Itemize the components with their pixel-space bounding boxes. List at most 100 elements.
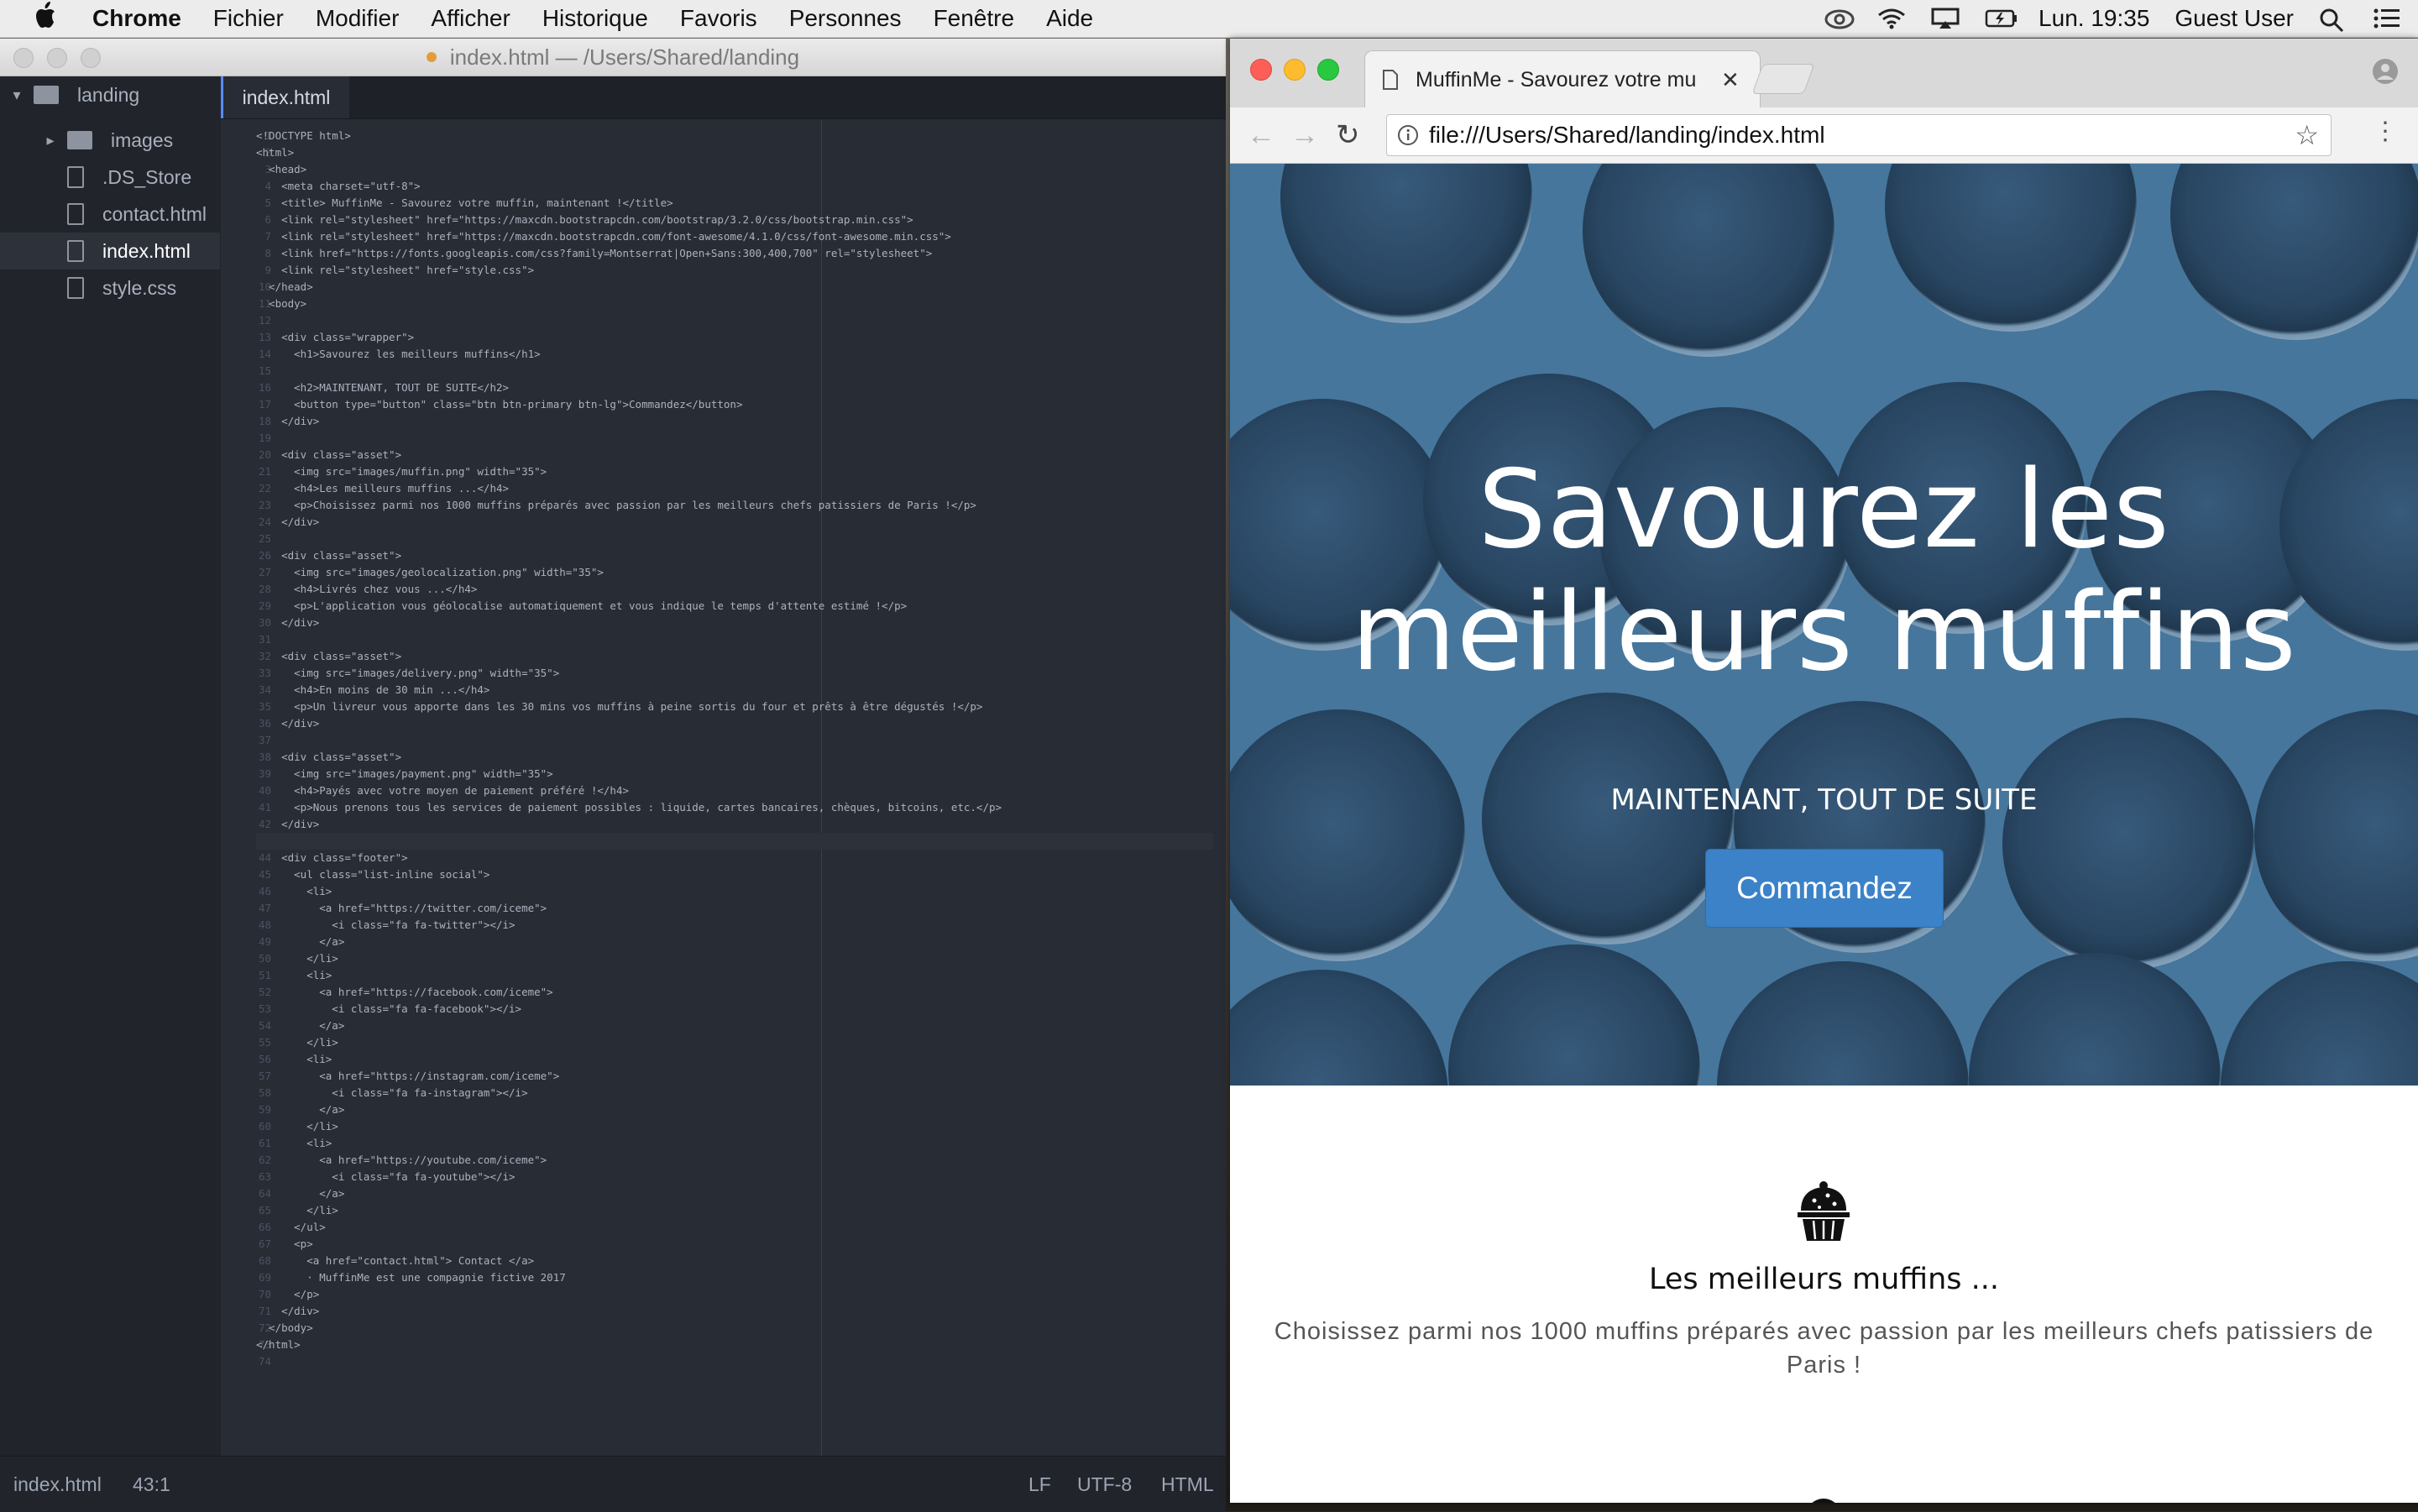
code-line[interactable]: <i class="fa fa-instagram"></i>: [256, 1085, 1213, 1101]
order-button[interactable]: Commandez: [1705, 849, 1944, 928]
tree-root[interactable]: ▾ landing: [0, 76, 220, 113]
zoom-button[interactable]: [1317, 59, 1339, 81]
code-line[interactable]: <p>Choisissez parmi nos 1000 muffins pré…: [256, 497, 1213, 514]
code-line[interactable]: <div class="footer">: [256, 850, 1213, 866]
code-line[interactable]: <li>: [256, 967, 1213, 984]
menu-app-name[interactable]: Chrome: [92, 5, 181, 32]
status-line-ending[interactable]: LF: [1028, 1473, 1051, 1496]
code-line[interactable]: </div>: [256, 715, 1213, 732]
code-line[interactable]: <meta charset="utf-8">: [256, 178, 1213, 195]
code-line[interactable]: <div class="wrapper">: [256, 329, 1213, 346]
code-line[interactable]: </div>: [256, 816, 1213, 833]
code-line[interactable]: <img src="images/payment.png" width="35"…: [256, 766, 1213, 782]
code-line[interactable]: <p>Nous prenons tous les services de pai…: [256, 799, 1213, 816]
code-line[interactable]: <p>: [256, 1236, 1213, 1253]
address-bar[interactable]: file:///Users/Shared/landing/index.html …: [1386, 114, 2332, 156]
current-user[interactable]: Guest User: [2175, 5, 2294, 32]
code-line[interactable]: <button type="button" class="btn btn-pri…: [256, 396, 1213, 413]
menu-aide[interactable]: Aide: [1046, 5, 1093, 32]
code-line[interactable]: </div>: [256, 615, 1213, 631]
code-line[interactable]: [256, 732, 1213, 749]
code-line[interactable]: <!DOCTYPE html>: [256, 128, 1213, 144]
code-line[interactable]: </p>: [256, 1286, 1213, 1303]
star-icon[interactable]: ☆: [2295, 119, 2319, 151]
code-line[interactable]: <a href="https://instagram.com/iceme">: [256, 1068, 1213, 1085]
code-line[interactable]: <h4>Livrés chez vous ...</h4>: [256, 581, 1213, 598]
code-line[interactable]: <link rel="stylesheet" href="https://max…: [256, 212, 1213, 228]
tree-item-images[interactable]: ▸ images: [0, 122, 220, 159]
status-encoding[interactable]: UTF-8: [1077, 1473, 1132, 1496]
code-line[interactable]: <div class="asset">: [256, 648, 1213, 665]
zoom-button[interactable]: [81, 48, 101, 68]
code-line[interactable]: [256, 363, 1213, 379]
apple-icon[interactable]: [0, 1, 92, 36]
code-line[interactable]: </div>: [256, 1303, 1213, 1320]
code-line[interactable]: <i class="fa fa-twitter"></i>: [256, 917, 1213, 934]
code-line[interactable]: <h1>Savourez les meilleurs muffins</h1>: [256, 346, 1213, 363]
code-line[interactable]: [256, 531, 1213, 547]
tree-item-index-html[interactable]: index.html: [0, 233, 220, 269]
code-line[interactable]: </ul>: [256, 1219, 1213, 1236]
code-line[interactable]: <li>: [256, 883, 1213, 900]
code-line[interactable]: </a>: [256, 1101, 1213, 1118]
code-line[interactable]: <a href="https://twitter.com/iceme">: [256, 900, 1213, 917]
code-line[interactable]: <img src="images/geolocalization.png" wi…: [256, 564, 1213, 581]
tree-item-style-css[interactable]: style.css: [0, 269, 220, 306]
code-line[interactable]: [256, 1353, 1213, 1370]
code-line[interactable]: <a href="https://facebook.com/iceme">: [256, 984, 1213, 1001]
notification-center-icon[interactable]: [2373, 8, 2401, 29]
code-line[interactable]: <link href="https://fonts.googleapis.com…: [256, 245, 1213, 262]
code-line[interactable]: </li>: [256, 950, 1213, 967]
code-line[interactable]: <body>: [256, 296, 1213, 312]
code-line[interactable]: <head>: [256, 161, 1213, 178]
code-line[interactable]: <link rel="stylesheet" href="https://max…: [256, 228, 1213, 245]
code-line[interactable]: <a href="https://youtube.com/iceme">: [256, 1152, 1213, 1169]
code-line[interactable]: <i class="fa fa-facebook"></i>: [256, 1001, 1213, 1018]
code-line[interactable]: <h4>Les meilleurs muffins ...</h4>: [256, 480, 1213, 497]
browser-tab[interactable]: MuffinMe - Savourez votre mu ✕: [1364, 50, 1761, 108]
code-line[interactable]: <img src="images/muffin.png" width="35">: [256, 463, 1213, 480]
code-lines[interactable]: <!DOCTYPE html> <html> <head> <meta chars…: [256, 128, 1213, 1370]
close-button[interactable]: [1250, 59, 1272, 81]
reload-icon[interactable]: ↻: [1336, 121, 1360, 149]
code-line[interactable]: </div>: [256, 514, 1213, 531]
menu-modifier[interactable]: Modifier: [316, 5, 400, 32]
url-text[interactable]: file:///Users/Shared/landing/index.html: [1429, 122, 1825, 149]
code-line[interactable]: <div class="asset">: [256, 447, 1213, 463]
code-line[interactable]: </a>: [256, 1018, 1213, 1034]
tree-item-ds-store[interactable]: .DS_Store: [0, 159, 220, 196]
code-line[interactable]: · MuffinMe est une compagnie fictive 201…: [256, 1269, 1213, 1286]
code-line[interactable]: </li>: [256, 1034, 1213, 1051]
menu-fenetre[interactable]: Fenêtre: [934, 5, 1015, 32]
info-icon[interactable]: [1397, 124, 1419, 146]
code-line[interactable]: [256, 631, 1213, 648]
code-line[interactable]: </li>: [256, 1202, 1213, 1219]
menu-personnes[interactable]: Personnes: [789, 5, 902, 32]
battery-icon[interactable]: [1985, 8, 2018, 29]
code-line[interactable]: </a>: [256, 1185, 1213, 1202]
menu-afficher[interactable]: Afficher: [431, 5, 510, 32]
code-line[interactable]: <div class="asset">: [256, 547, 1213, 564]
menu-favoris[interactable]: Favoris: [680, 5, 757, 32]
status-cursor-position[interactable]: 43:1: [133, 1473, 170, 1496]
new-tab-button[interactable]: [1751, 64, 1815, 94]
code-line[interactable]: <ul class="list-inline social">: [256, 866, 1213, 883]
close-button[interactable]: [13, 48, 34, 68]
menu-fichier[interactable]: Fichier: [213, 5, 284, 32]
tab-index-html[interactable]: index.html: [221, 76, 349, 118]
menu-dots-icon[interactable]: ⋮: [2373, 119, 2398, 144]
code-line[interactable]: [256, 833, 1213, 850]
tree-item-contact-html[interactable]: contact.html: [0, 196, 220, 233]
code-line[interactable]: </a>: [256, 934, 1213, 950]
airplay-icon[interactable]: [1931, 8, 1960, 29]
status-grammar[interactable]: HTML: [1161, 1473, 1214, 1496]
code-line[interactable]: <div class="asset">: [256, 749, 1213, 766]
wifi-icon[interactable]: [1877, 8, 1906, 29]
back-icon[interactable]: ←: [1247, 121, 1275, 149]
code-line[interactable]: <h2>MAINTENANT, TOUT DE SUITE</h2>: [256, 379, 1213, 396]
code-line[interactable]: <html>: [256, 144, 1213, 161]
minimize-button[interactable]: [47, 48, 67, 68]
profile-icon[interactable]: [2371, 57, 2400, 86]
code-line[interactable]: [256, 430, 1213, 447]
forward-icon[interactable]: →: [1290, 121, 1319, 149]
